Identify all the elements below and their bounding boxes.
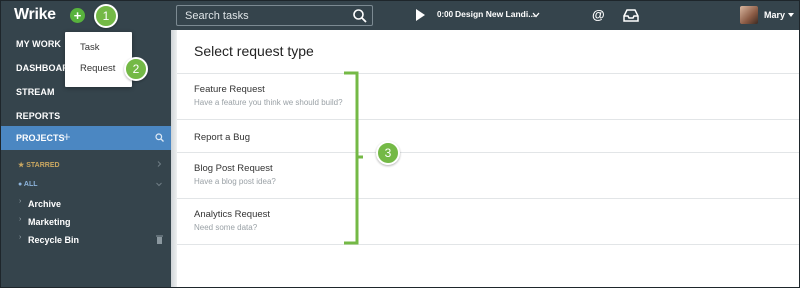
callout-badge-3: 3 (376, 141, 400, 165)
user-menu-chevron-icon[interactable] (788, 13, 794, 18)
menu-item-task[interactable]: Task (80, 42, 100, 53)
search-input[interactable] (185, 8, 345, 24)
request-subtitle: Have a blog post idea? (194, 177, 276, 186)
callout-bracket (344, 71, 363, 245)
chevron-right-icon[interactable]: › (19, 216, 21, 223)
sidebar-item-stream[interactable]: STREAM (16, 87, 55, 97)
request-title: Blog Post Request (194, 163, 273, 174)
menu-item-request[interactable]: Request (80, 63, 115, 74)
sidebar-item-reports[interactable]: REPORTS (16, 111, 60, 121)
divider (177, 244, 799, 245)
top-bar: Wrike + 0:00 Design New Landi... @ Mary (1, 1, 799, 30)
chevron-right-icon[interactable]: › (19, 234, 21, 241)
chevron-right-icon[interactable]: › (19, 198, 21, 205)
request-subtitle: Have a feature you think we should build… (194, 98, 343, 107)
all-section[interactable]: ● ALL (18, 181, 38, 188)
all-label: ALL (23, 181, 38, 188)
chevron-down-icon[interactable] (532, 11, 540, 19)
new-item-dropdown: Task Request (65, 32, 132, 87)
wrike-logo[interactable]: Wrike (14, 6, 56, 24)
user-name[interactable]: Mary (764, 10, 785, 20)
folder-marketing[interactable]: Marketing (28, 217, 71, 227)
chevron-down-icon[interactable] (156, 181, 162, 187)
callout-badge-1: 1 (94, 4, 118, 28)
request-type-bug[interactable]: Report a Bug (177, 120, 799, 152)
search-icon[interactable] (155, 133, 164, 142)
add-project-button[interactable]: + (63, 129, 71, 144)
starred-section[interactable]: ★ STARRED (18, 161, 60, 169)
inbox-icon[interactable] (623, 8, 639, 22)
projects-label: PROJECTS (16, 133, 65, 143)
sidebar-item-projects[interactable]: PROJECTS + (1, 126, 171, 150)
page-title: Select request type (194, 43, 314, 59)
request-title: Feature Request (194, 84, 265, 95)
folder-archive[interactable]: Archive (28, 199, 61, 209)
play-icon[interactable] (415, 9, 425, 21)
chevron-right-icon[interactable] (156, 161, 162, 167)
starred-label: STARRED (26, 162, 60, 169)
trash-icon[interactable] (156, 235, 163, 244)
sidebar-item-my-work[interactable]: MY WORK (16, 39, 61, 49)
active-task-title[interactable]: Design New Landi... (455, 9, 535, 19)
request-subtitle: Need some data? (194, 223, 258, 232)
timer-value: 0:00 (437, 10, 454, 19)
search-icon[interactable] (352, 8, 368, 24)
folder-recycle-bin[interactable]: Recycle Bin (28, 235, 79, 245)
request-type-feature[interactable]: Feature Request Have a feature you think… (177, 74, 799, 119)
request-title: Report a Bug (194, 132, 250, 143)
main-panel: Select request type Feature Request Have… (177, 30, 799, 287)
request-title: Analytics Request (194, 209, 271, 220)
request-type-blog-post[interactable]: Blog Post Request Have a blog post idea? (177, 153, 799, 198)
request-type-analytics[interactable]: Analytics Request Need some data? (177, 199, 799, 244)
avatar[interactable] (740, 6, 758, 24)
app-window: Wrike + 0:00 Design New Landi... @ Mary (0, 0, 800, 288)
new-item-button[interactable]: + (70, 8, 85, 23)
callout-badge-2: 2 (124, 57, 148, 81)
mentions-icon[interactable]: @ (592, 7, 605, 22)
search-box[interactable] (176, 5, 373, 26)
